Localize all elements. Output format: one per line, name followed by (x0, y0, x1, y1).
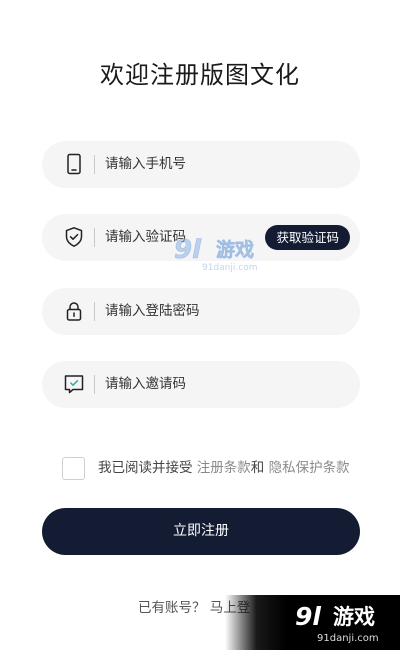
agreement-checkbox[interactable] (62, 457, 85, 480)
svg-text:91danji.com: 91danji.com (317, 633, 379, 644)
terms-link[interactable]: 注册条款 (197, 460, 251, 476)
password-input-placeholder[interactable]: 请输入登陆密码 (105, 288, 200, 335)
field-divider (94, 302, 95, 321)
phone-field[interactable]: 请输入手机号 (42, 141, 360, 188)
page-title: 欢迎注册版图文化 (100, 61, 300, 89)
phone-input-placeholder[interactable]: 请输入手机号 (105, 141, 186, 188)
svg-text:9l: 9l (174, 235, 202, 265)
watermark-corner: 9l 游戏 91danji.com (225, 595, 400, 650)
invite-code-input-placeholder[interactable]: 请输入邀请码 (105, 361, 186, 408)
invite-code-field[interactable]: 请输入邀请码 (42, 361, 360, 408)
watermark-corner-logo: 9l 游戏 91danji.com (295, 602, 379, 644)
login-prompt-text: 已有账号？ (138, 600, 206, 616)
field-divider (94, 228, 95, 247)
svg-text:91danji.com: 91danji.com (202, 263, 257, 273)
invite-icon (64, 375, 84, 394)
privacy-link[interactable]: 隐私保护条款 (269, 460, 350, 476)
svg-text:9l: 9l (295, 602, 321, 631)
watermark-logo: 9l 游戏 91danji.com (174, 235, 258, 273)
register-button[interactable]: 立即注册 (42, 508, 360, 555)
field-divider (94, 375, 95, 394)
phone-icon (67, 153, 81, 175)
agreement-text: 我已阅读并接受 注册条款和 隐私保护条款 (98, 456, 350, 481)
get-code-button[interactable]: 获取验证码 (265, 225, 350, 250)
svg-text:游戏: 游戏 (333, 605, 375, 629)
shield-icon (65, 227, 83, 247)
password-field[interactable]: 请输入登陆密码 (42, 288, 360, 335)
agreement-prefix: 我已阅读并接受 (98, 460, 193, 476)
field-divider (94, 155, 95, 174)
lock-icon (66, 302, 82, 321)
svg-text:游戏: 游戏 (216, 238, 254, 261)
agreement-conjunction: 和 (250, 460, 265, 476)
